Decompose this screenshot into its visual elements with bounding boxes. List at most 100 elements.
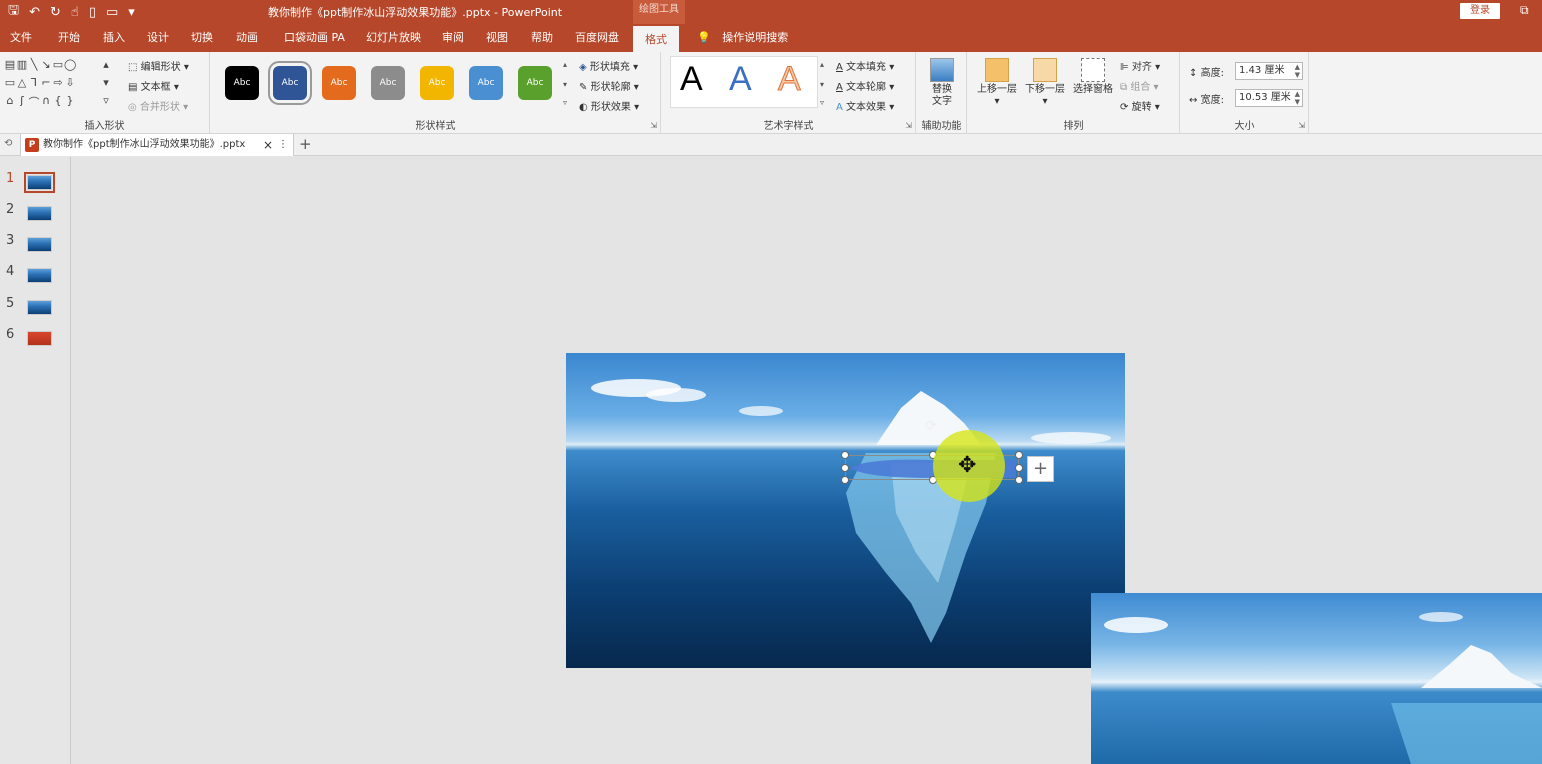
text-outline-button[interactable]: A 文本轮廓 ▾ xyxy=(836,78,894,93)
shape-outline-button[interactable]: ✎ 形状轮廓 ▾ xyxy=(579,78,639,93)
customize-icon[interactable]: ▾ xyxy=(128,5,135,20)
arrow-line-shape-icon[interactable]: ↘ xyxy=(40,58,52,76)
tab-transitions[interactable]: 切换 xyxy=(191,24,213,52)
textbox-shape-icon[interactable]: ▤ xyxy=(4,58,16,76)
text-fill-button[interactable]: A 文本填充 ▾ xyxy=(836,58,894,73)
rectangle2-shape-icon[interactable]: ▭ xyxy=(4,76,16,94)
wordart-gallery-up-icon[interactable]: ▴ xyxy=(820,60,824,69)
text-box-button[interactable]: ▤ 文本框 ▾ xyxy=(128,78,179,93)
slide-thumbnail-3[interactable]: 3 xyxy=(6,233,66,257)
rotate-handle-icon[interactable]: ⟳ xyxy=(925,418,937,434)
gallery-up-icon[interactable]: ▴ xyxy=(100,58,112,76)
layout-options-icon[interactable]: + xyxy=(1027,456,1054,482)
shape-style-gold[interactable]: Abc xyxy=(420,66,454,100)
shape-style-orange[interactable]: Abc xyxy=(322,66,356,100)
tab-slideshow[interactable]: 幻灯片放映 xyxy=(366,24,421,52)
slide-thumbnail-2[interactable]: 2 xyxy=(6,202,66,226)
connector-shape-icon[interactable]: ⅂ xyxy=(28,76,40,94)
new-icon[interactable]: ▯ xyxy=(89,5,96,20)
oval-shape-icon[interactable]: ◯ xyxy=(64,58,76,76)
right-brace-shape-icon[interactable]: } xyxy=(64,94,76,112)
resize-handle[interactable] xyxy=(841,464,849,472)
left-brace-shape-icon[interactable]: { xyxy=(52,94,64,112)
slide-thumbnail-1[interactable]: 1 xyxy=(6,171,66,195)
tab-design[interactable]: 设计 xyxy=(147,24,169,52)
alt-text-button[interactable]: 替换文字 xyxy=(921,58,963,108)
resize-handle[interactable] xyxy=(1015,451,1023,459)
height-spinner-icon[interactable]: ▲ ▼ xyxy=(1295,63,1300,79)
right-arrow-shape-icon[interactable]: ⇨ xyxy=(52,76,64,94)
tab-review[interactable]: 审阅 xyxy=(442,24,464,52)
shapes-gallery[interactable]: ▤ ▥ ╲ ↘ ▭ ◯ ▴ ▭ △ ⅂ ⌐ ⇨ ⇩ ▾ ⌂ ʃ ⌒ ∩ { } … xyxy=(4,58,116,112)
shape-style-light-blue[interactable]: Abc xyxy=(469,66,503,100)
wordart-gallery-more-icon[interactable]: ▿ xyxy=(820,98,824,107)
vertical-textbox-shape-icon[interactable]: ▥ xyxy=(16,58,28,76)
curve-shape-icon[interactable]: ∩ xyxy=(40,94,52,112)
tab-file[interactable]: 文件 xyxy=(10,24,32,52)
wordart-black[interactable]: A xyxy=(680,60,703,99)
freeform-shape-icon[interactable]: ⌂ xyxy=(4,94,16,112)
style-gallery-down-icon[interactable]: ▾ xyxy=(563,80,567,89)
current-slide[interactable] xyxy=(566,353,1125,668)
style-gallery-more-icon[interactable]: ▿ xyxy=(563,98,567,107)
width-input[interactable]: 10.53 厘米 ▲ ▼ xyxy=(1235,89,1303,107)
selection-pane-button[interactable]: 选择窗格 xyxy=(1070,58,1116,96)
resize-handle[interactable] xyxy=(1015,464,1023,472)
tab-history-icon[interactable]: ⟲ xyxy=(4,138,12,149)
align-button[interactable]: ⊫ 对齐 ▾ xyxy=(1120,58,1160,73)
new-tab-icon[interactable]: + xyxy=(299,135,312,153)
tab-pocket-animation[interactable]: 口袋动画 PA xyxy=(284,24,345,52)
bring-forward-button[interactable]: 上移一层 ▾ xyxy=(974,58,1020,108)
merge-shapes-button[interactable]: ◎ 合并形状 ▾ xyxy=(128,98,188,113)
shape-styles-launcher-icon[interactable]: ⇲ xyxy=(650,121,657,130)
resize-handle[interactable] xyxy=(841,476,849,484)
scribble-shape-icon[interactable]: ʃ xyxy=(16,94,28,112)
login-button[interactable]: 登录 xyxy=(1460,3,1500,19)
tab-baidu-netdisk[interactable]: 百度网盘 xyxy=(575,24,619,52)
close-tab-icon[interactable]: × xyxy=(263,134,273,156)
tab-home[interactable]: 开始 xyxy=(58,24,80,52)
triangle-shape-icon[interactable]: △ xyxy=(16,76,28,94)
send-backward-button[interactable]: 下移一层 ▾ xyxy=(1022,58,1068,108)
shape-style-black[interactable]: Abc xyxy=(225,66,259,100)
touch-icon[interactable]: ☝ xyxy=(71,5,79,20)
tab-view[interactable]: 视图 xyxy=(486,24,508,52)
restore-window-icon[interactable]: ⧉ xyxy=(1520,3,1529,18)
size-launcher-icon[interactable]: ⇲ xyxy=(1298,121,1305,130)
shape-effects-button[interactable]: ◐ 形状效果 ▾ xyxy=(579,98,639,113)
wordart-blue[interactable]: A xyxy=(729,60,752,99)
height-input[interactable]: 1.43 厘米 ▲ ▼ xyxy=(1235,62,1303,80)
shape-fill-button[interactable]: ◈ 形状填充 ▾ xyxy=(579,58,638,73)
edit-shape-button[interactable]: ⬚ 编辑形状 ▾ xyxy=(128,58,189,73)
arc-shape-icon[interactable]: ⌒ xyxy=(28,94,40,112)
slide-thumbnail-6[interactable]: 6 xyxy=(6,327,66,351)
open-icon[interactable]: ▭ xyxy=(106,5,118,20)
down-arrow-shape-icon[interactable]: ⇩ xyxy=(64,76,76,94)
wordart-orange-outline[interactable]: A xyxy=(778,60,802,99)
rotate-button[interactable]: ⟳ 旋转 ▾ xyxy=(1120,98,1160,113)
style-gallery-up-icon[interactable]: ▴ xyxy=(563,60,567,69)
line-shape-icon[interactable]: ╲ xyxy=(28,58,40,76)
resize-handle[interactable] xyxy=(841,451,849,459)
tab-animations[interactable]: 动画 xyxy=(236,24,258,52)
text-effects-button[interactable]: A 文本效果 ▾ xyxy=(836,98,894,113)
shape-style-gray[interactable]: Abc xyxy=(371,66,405,100)
group-button[interactable]: ⧉ 组合 ▾ xyxy=(1120,78,1159,93)
shape-style-blue[interactable]: Abc xyxy=(268,61,312,105)
width-spinner-icon[interactable]: ▲ ▼ xyxy=(1295,90,1300,106)
shape-style-green[interactable]: Abc xyxy=(518,66,552,100)
undo-icon[interactable]: ↶ xyxy=(29,5,40,20)
wordart-gallery-down-icon[interactable]: ▾ xyxy=(820,80,824,89)
redo-icon[interactable]: ↻ xyxy=(50,5,61,20)
slide-thumbnail-4[interactable]: 4 xyxy=(6,264,66,288)
elbow-shape-icon[interactable]: ⌐ xyxy=(40,76,52,94)
tab-format[interactable]: 格式 xyxy=(633,24,679,52)
document-tab[interactable]: P 教你制作《ppt制作冰山浮动效果功能》.pptx × ⋮ xyxy=(20,134,294,156)
tab-insert[interactable]: 插入 xyxy=(103,24,125,52)
tell-me-search[interactable]: 💡 操作说明搜索 xyxy=(697,24,788,52)
gallery-more-icon[interactable]: ▿ xyxy=(100,94,112,112)
tab-help[interactable]: 帮助 xyxy=(531,24,553,52)
tab-menu-icon[interactable]: ⋮ xyxy=(278,134,288,156)
resize-handle[interactable] xyxy=(1015,476,1023,484)
save-icon[interactable]: 🖫 xyxy=(8,1,19,23)
